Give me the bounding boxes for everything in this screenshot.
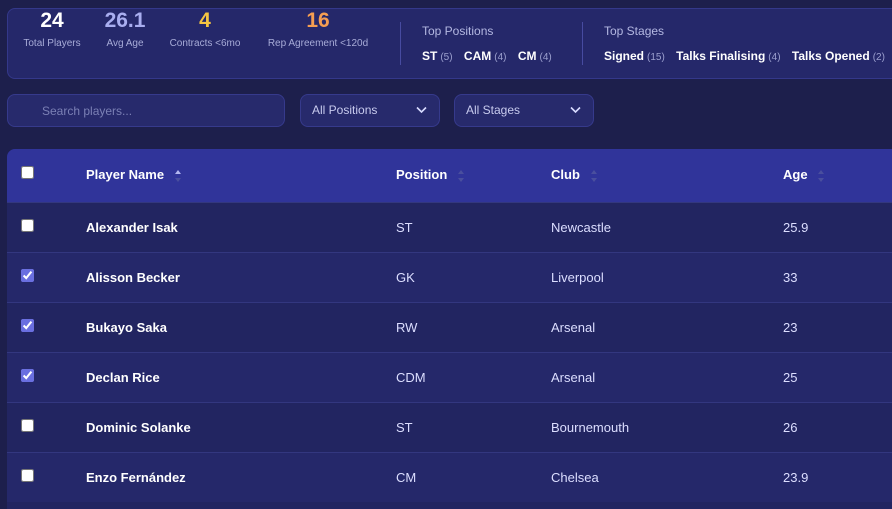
stat-contracts: 4 Contracts <6mo: [166, 9, 244, 49]
stat-value: 24: [40, 9, 64, 32]
sort-icon: [457, 169, 464, 182]
top-position-count: (4): [494, 52, 507, 63]
row-checkbox[interactable]: [21, 419, 34, 432]
player-position: ST: [396, 420, 413, 435]
player-club: Chelsea: [551, 470, 599, 485]
stats-bar: 24 Total Players 26.1 Avg Age 4 Contract…: [7, 8, 892, 79]
stat-value: 4: [199, 9, 211, 32]
top-position-count: (4): [539, 52, 552, 63]
player-name: Alexander Isak: [86, 220, 178, 235]
table-row[interactable]: Dominic Solanke ST Bournemouth 26: [7, 402, 892, 452]
column-header-label: Age: [783, 167, 808, 182]
column-header-position[interactable]: Position: [396, 167, 465, 184]
select-all-checkbox[interactable]: [21, 166, 34, 179]
players-table: Player Name Position Club Age Alexander …: [7, 149, 892, 509]
stat-rep-agreement: 16 Rep Agreement <120d: [261, 9, 375, 49]
positions-dropdown[interactable]: All Positions: [300, 94, 440, 127]
stat-label: Rep Agreement <120d: [267, 38, 369, 49]
positions-dropdown-label: All Positions: [312, 103, 378, 117]
player-position: CDM: [396, 370, 426, 385]
player-position: GK: [396, 270, 415, 285]
column-header-label: Player Name: [86, 167, 165, 182]
top-position-name: ST: [422, 49, 438, 63]
stat-label: Avg Age: [106, 38, 144, 49]
top-stage-count: (2): [872, 52, 885, 63]
table-row[interactable]: Alexander Isak ST Newcastle 25.9: [7, 202, 892, 252]
column-header-label: Position: [396, 167, 448, 182]
chevron-down-icon: [416, 106, 427, 114]
row-checkbox[interactable]: [21, 269, 34, 282]
row-checkbox[interactable]: [21, 219, 34, 232]
top-positions-list: ST (5) CAM (4) CM (4): [422, 49, 560, 63]
player-age: 23.9: [783, 470, 809, 485]
stages-dropdown[interactable]: All Stages: [454, 94, 594, 127]
top-position-item[interactable]: CAM (4): [464, 49, 507, 63]
row-checkbox[interactable]: [21, 369, 34, 382]
stat-value: 16: [306, 9, 330, 32]
player-age: 33: [783, 270, 798, 285]
player-club: Newcastle: [551, 220, 611, 235]
table-header: Player Name Position Club Age: [7, 149, 892, 202]
player-club: Arsenal: [551, 370, 596, 385]
player-name: Dominic Solanke: [86, 420, 191, 435]
chevron-down-icon: [570, 106, 581, 114]
search-input[interactable]: [7, 94, 285, 127]
table-row[interactable]: Enzo Fernández CM Chelsea 23.9: [7, 452, 892, 502]
divider: [400, 22, 401, 65]
player-name: Alisson Becker: [86, 270, 180, 285]
player-name: Bukayo Saka: [86, 320, 167, 335]
row-checkbox[interactable]: [21, 469, 34, 482]
player-position: CM: [396, 470, 417, 485]
table-row[interactable]: Alisson Becker GK Liverpool 33: [7, 252, 892, 302]
column-header-label: Club: [551, 167, 580, 182]
player-name: Enzo Fernández: [86, 470, 186, 485]
player-position: ST: [396, 220, 413, 235]
player-name: Declan Rice: [86, 370, 160, 385]
top-position-name: CM: [517, 49, 537, 63]
top-position-count: (5): [440, 52, 453, 63]
table-row[interactable]: Declan Rice CDM Arsenal 25: [7, 352, 892, 402]
top-stage-item[interactable]: Signed (15): [604, 49, 665, 63]
top-stage-item[interactable]: Talks Opened (2): [792, 49, 885, 63]
top-position-name: CAM: [463, 49, 492, 63]
player-age: 25.9: [783, 220, 809, 235]
stat-value: 26.1: [104, 9, 146, 32]
column-header-player-name[interactable]: Player Name: [86, 167, 182, 184]
stat-avg-age: 26.1 Avg Age: [100, 9, 150, 49]
stat-label: Total Players: [23, 38, 81, 49]
top-stages-title: Top Stages: [604, 24, 665, 38]
table-row[interactable]: Bukayo Saka RW Arsenal 23: [7, 302, 892, 352]
column-header-age[interactable]: Age: [783, 167, 825, 184]
stat-label: Contracts <6mo: [169, 38, 241, 49]
sort-icon: [174, 169, 181, 182]
top-stage-item[interactable]: Talks Finalising (4): [676, 49, 780, 63]
player-position: RW: [396, 320, 418, 335]
top-stage-name: Talks Opened: [791, 49, 870, 63]
row-checkbox[interactable]: [21, 319, 34, 332]
top-stages-list: Signed (15) Talks Finalising (4) Talks Ope…: [604, 49, 892, 63]
stat-total-players: 24 Total Players: [21, 9, 83, 49]
top-stage-name: Talks Finalising: [676, 49, 766, 63]
sort-icon: [590, 169, 597, 182]
column-header-club[interactable]: Club: [551, 167, 598, 184]
sort-icon: [818, 169, 825, 182]
stages-dropdown-label: All Stages: [466, 103, 521, 117]
player-club: Liverpool: [551, 270, 604, 285]
top-stage-count: (15): [647, 52, 665, 63]
top-stage-count: (4): [768, 52, 781, 63]
player-age: 26: [783, 420, 798, 435]
player-age: 23: [783, 320, 798, 335]
player-club: Bournemouth: [551, 420, 630, 435]
top-position-item[interactable]: ST (5): [422, 49, 453, 63]
divider: [582, 22, 583, 65]
top-positions-title: Top Positions: [422, 24, 494, 38]
player-age: 25: [783, 370, 798, 385]
top-position-item[interactable]: CM (4): [518, 49, 552, 63]
top-stage-name: Signed: [604, 49, 645, 63]
player-club: Arsenal: [551, 320, 596, 335]
